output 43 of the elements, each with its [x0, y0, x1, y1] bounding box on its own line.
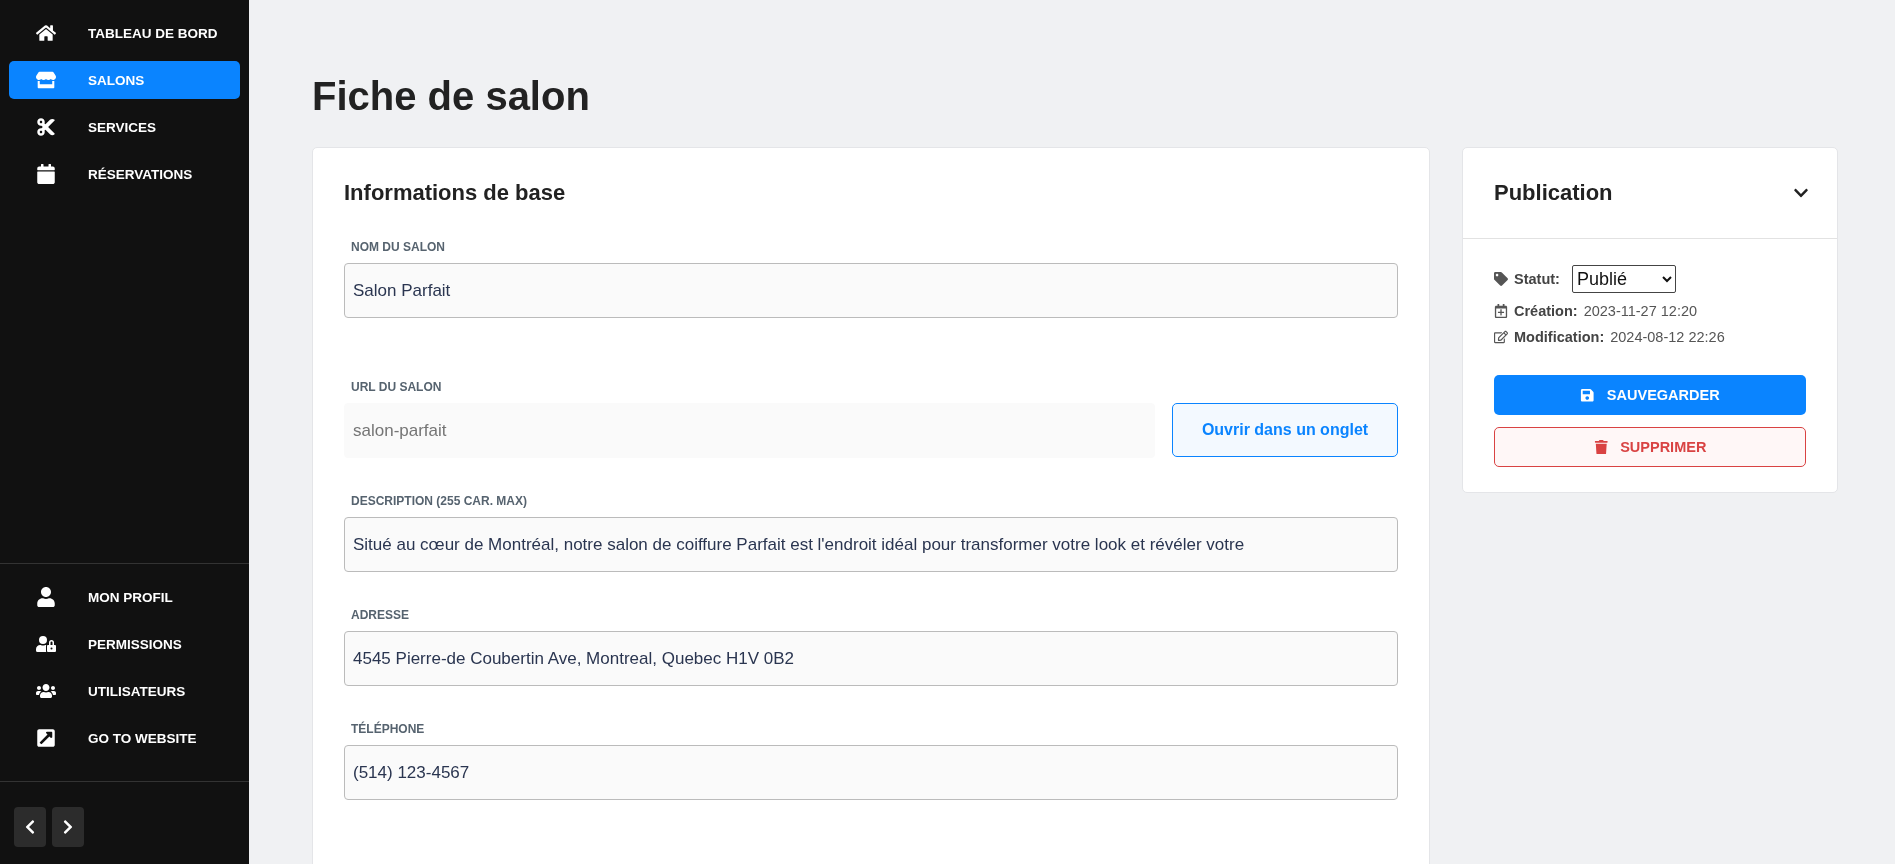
input-field[interactable]: 4545 Pierre-de Coubertin Ave, Montreal, Quebec H1V 0B2: [344, 631, 1398, 686]
sidebar-item[interactable]: SALONS: [9, 61, 240, 99]
user-lock-icon: [34, 634, 58, 654]
scissors-icon: [34, 117, 58, 137]
card-title: Informations de base: [344, 180, 567, 206]
save-button[interactable]: SAUVEGARDER: [1494, 375, 1806, 415]
sidebar-item[interactable]: MON PROFIL: [9, 578, 240, 616]
store-icon: [34, 70, 58, 90]
sidebar-item[interactable]: SERVICES: [9, 108, 240, 146]
field-label: DESCRIPTION (255 CAR. MAX): [350, 494, 529, 508]
calendar-plus-icon: [1494, 304, 1508, 318]
edit-icon: [1494, 330, 1508, 344]
save-icon: [1580, 387, 1595, 403]
input-field[interactable]: Salon Parfait: [344, 263, 1398, 318]
sidebar-item[interactable]: UTILISATEURS: [9, 672, 240, 710]
field-label: URL DU SALON: [350, 380, 443, 394]
sidebar-item[interactable]: RÉSERVATIONS: [9, 155, 240, 193]
sidebar-item[interactable]: PERMISSIONS: [9, 625, 240, 663]
field-label: NOM DU SALON: [350, 240, 446, 254]
input-field[interactable]: (514) 123-4567: [344, 745, 1398, 800]
tag-icon: [1494, 272, 1508, 286]
meta-value: 2024-08-12 22:26: [1610, 329, 1725, 345]
status-select[interactable]: Publié: [1571, 265, 1676, 293]
user-icon: [34, 587, 58, 607]
trash-icon: [1593, 439, 1609, 455]
status-label: Statut:: [1514, 271, 1560, 287]
sidebar-item[interactable]: TABLEAU DE BORD: [9, 14, 240, 52]
page-title: Fiche de salon: [312, 74, 591, 119]
meta-value: 2023-11-27 12:20: [1583, 303, 1698, 319]
external-link-icon: [34, 728, 58, 748]
sidebar-item[interactable]: GO TO WEBSITE: [9, 719, 240, 757]
previous-button[interactable]: [14, 807, 46, 847]
users-icon: [34, 681, 58, 701]
field-label: TÉLÉPHONE: [350, 722, 426, 736]
calendar-icon: [34, 164, 58, 184]
input-field[interactable]: Situé au cœur de Montréal, notre salon de coiffure Parfait est l'endroit idéal pour transformer votre look et révéler votre: [344, 517, 1398, 572]
meta-label: Création:: [1514, 303, 1578, 319]
meta-label: Modification:: [1514, 329, 1605, 345]
card-title: Publication: [1494, 180, 1613, 206]
delete-button[interactable]: SUPPRIMER: [1494, 427, 1806, 467]
home-icon: [34, 23, 58, 43]
field-label: ADRESSE: [350, 608, 410, 622]
next-button[interactable]: [52, 807, 84, 847]
